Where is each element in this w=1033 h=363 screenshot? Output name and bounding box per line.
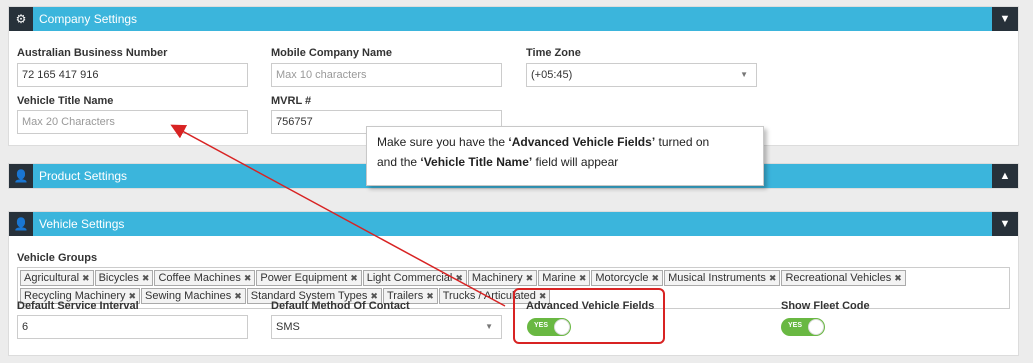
time-zone-value: (+05:45): [531, 69, 573, 81]
vehicle-group-tag-label: Musical Instruments: [668, 272, 766, 284]
annotation-callout: Make sure you have the ‘Advanced Vehicle…: [366, 126, 764, 186]
vehicle-group-tag-label: Light Commercial: [366, 272, 453, 284]
remove-tag-icon[interactable]: ✖: [526, 273, 534, 283]
chevron-down-icon[interactable]: ▼: [992, 212, 1018, 236]
default-contact-method-label: Default Method Of Contact: [271, 300, 410, 312]
callout-line-1: Make sure you have the ‘Advanced Vehicle…: [377, 135, 710, 149]
show-fleet-code-label: Show Fleet Code: [781, 300, 870, 312]
mvrl-label: MVRL #: [271, 95, 312, 107]
default-service-interval-input[interactable]: 6: [17, 315, 248, 339]
user-icon: 👤: [9, 212, 33, 236]
vehicle-group-tag[interactable]: Bicycles ✖: [94, 270, 154, 286]
toggle-knob: [808, 319, 824, 335]
mobile-company-name-input[interactable]: Max 10 characters: [271, 63, 502, 87]
show-fleet-code-toggle[interactable]: YES: [781, 318, 825, 336]
vehicle-group-tag-label: Motorcycle: [595, 272, 649, 284]
company-settings-header[interactable]: ⚙ Company Settings ▼: [9, 7, 1018, 31]
default-service-interval-label: Default Service Interval: [17, 300, 139, 312]
remove-tag-icon[interactable]: ✖: [82, 273, 90, 283]
vehicle-title-name-input[interactable]: Max 20 Characters: [17, 110, 248, 134]
time-zone-label: Time Zone: [526, 47, 581, 59]
remove-tag-icon[interactable]: ✖: [426, 291, 434, 301]
vehicle-group-tag[interactable]: Coffee Machines ✖: [154, 270, 256, 286]
vehicle-group-tag[interactable]: Sewing Machines ✖: [141, 288, 246, 304]
default-contact-method-value: SMS: [276, 321, 300, 333]
remove-tag-icon[interactable]: ✖: [455, 273, 463, 283]
mobile-company-name-label: Mobile Company Name: [271, 47, 393, 59]
abn-input[interactable]: 72 165 417 916: [17, 63, 248, 87]
vehicle-group-tag[interactable]: Light Commercial ✖: [362, 270, 467, 286]
remove-tag-icon[interactable]: ✖: [579, 273, 587, 283]
vehicle-group-tag[interactable]: Musical Instruments ✖: [664, 270, 781, 286]
remove-tag-icon[interactable]: ✖: [234, 291, 242, 301]
annotation-highlight-box: [513, 288, 665, 344]
callout-line-2: and the ‘Vehicle Title Name’ field will …: [377, 155, 619, 169]
user-icon: 👤: [9, 164, 33, 188]
dropdown-caret-icon: ▼: [740, 70, 748, 79]
remove-tag-icon[interactable]: ✖: [244, 273, 252, 283]
vehicle-settings-header[interactable]: 👤 Vehicle Settings ▼: [9, 212, 1018, 236]
vehicle-group-tag[interactable]: Marine ✖: [538, 270, 591, 286]
vehicle-group-tag-label: Bicycles: [98, 272, 139, 284]
product-settings-title: Product Settings: [39, 169, 128, 183]
remove-tag-icon[interactable]: ✖: [894, 273, 902, 283]
vehicle-group-tag[interactable]: Agricultural ✖: [20, 270, 94, 286]
remove-tag-icon[interactable]: ✖: [142, 273, 150, 283]
vehicle-group-tag-label: Power Equipment: [260, 272, 348, 284]
company-settings-panel: ⚙ Company Settings ▼ Australian Business…: [8, 6, 1019, 146]
vehicle-groups-label: Vehicle Groups: [17, 252, 98, 264]
abn-label: Australian Business Number: [17, 47, 168, 59]
vehicle-group-tag-label: Coffee Machines: [158, 272, 241, 284]
vehicle-group-tag[interactable]: Motorcycle ✖: [591, 270, 664, 286]
vehicle-group-tag[interactable]: Power Equipment ✖: [256, 270, 362, 286]
remove-tag-icon[interactable]: ✖: [769, 273, 777, 283]
time-zone-select[interactable]: (+05:45) ▼: [526, 63, 757, 87]
vehicle-group-tag-label: Agricultural: [24, 272, 80, 284]
toggle-on-text: YES: [788, 322, 803, 329]
default-contact-method-select[interactable]: SMS ▼: [271, 315, 502, 339]
vehicle-group-tag-label: Machinery: [471, 272, 523, 284]
chevron-down-icon[interactable]: ▼: [992, 7, 1018, 31]
vehicle-title-name-label: Vehicle Title Name: [17, 95, 114, 107]
remove-tag-icon[interactable]: ✖: [350, 273, 358, 283]
chevron-up-icon[interactable]: ▲: [992, 164, 1018, 188]
gear-icon: ⚙: [9, 7, 33, 31]
company-settings-title: Company Settings: [39, 12, 138, 26]
vehicle-settings-title: Vehicle Settings: [39, 217, 125, 231]
vehicle-group-tag[interactable]: Recreational Vehicles ✖: [781, 270, 906, 286]
remove-tag-icon[interactable]: ✖: [652, 273, 660, 283]
vehicle-group-tag-label: Sewing Machines: [145, 290, 232, 302]
vehicle-group-tag[interactable]: Machinery ✖: [467, 270, 538, 286]
vehicle-group-tag-label: Recreational Vehicles: [785, 272, 892, 284]
vehicle-group-tag-label: Marine: [542, 272, 576, 284]
dropdown-caret-icon: ▼: [485, 322, 493, 331]
